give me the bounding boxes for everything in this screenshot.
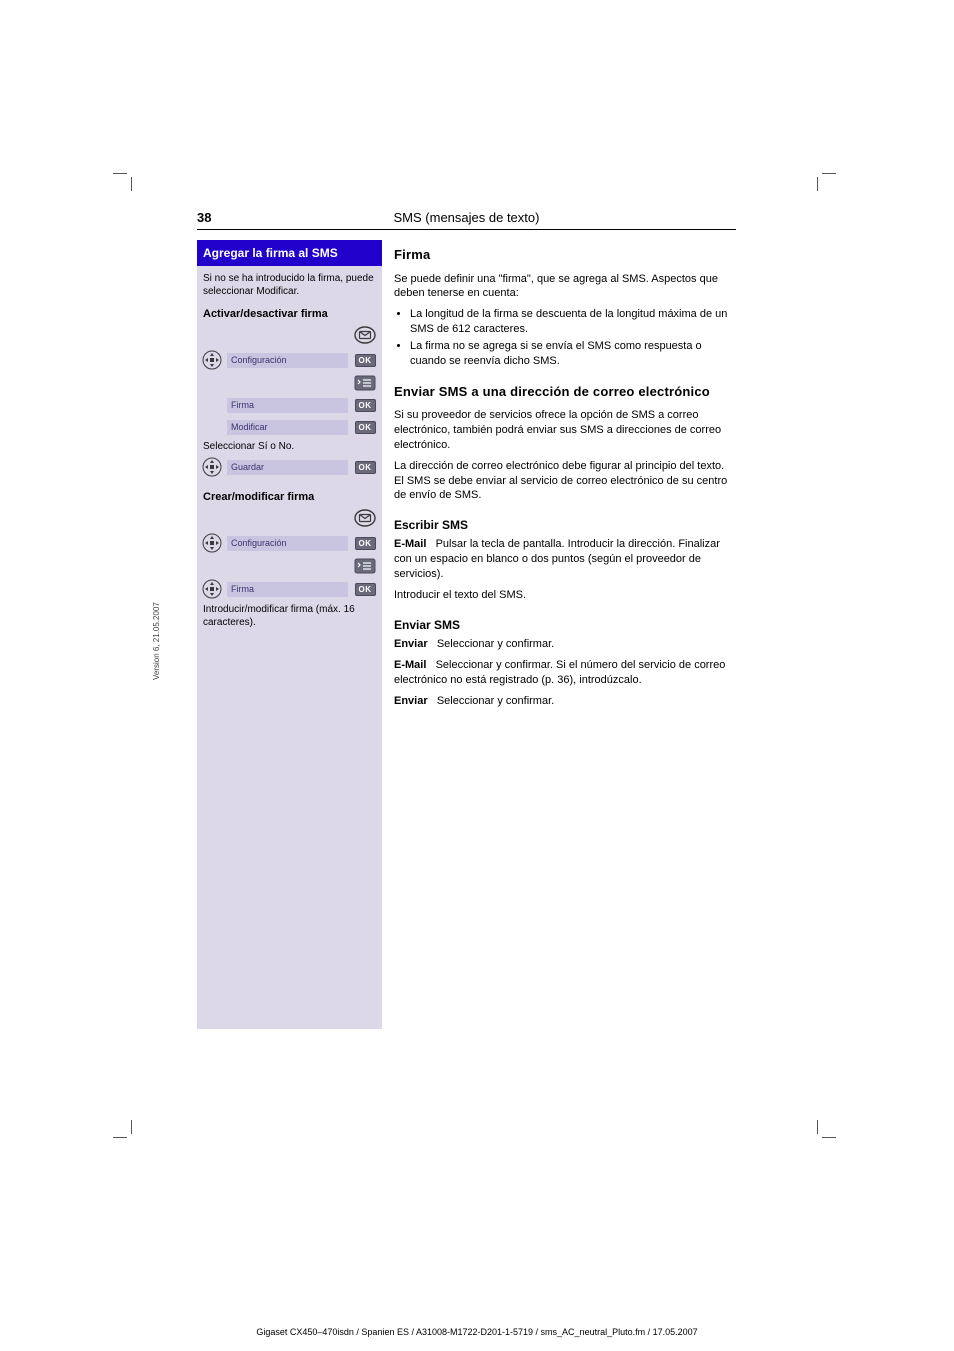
page-header: 38 SMS (mensajes de texto) — [197, 210, 736, 230]
step-text: Introducir el texto del SMS. — [394, 588, 736, 603]
options-key-icon — [354, 558, 376, 574]
ok-key-icon: OK — [355, 421, 376, 434]
menu-field: Configuración — [227, 536, 348, 551]
sidebar-subhead-1: Activar/desactivar firma — [197, 304, 382, 322]
menu-field: Firma — [227, 398, 348, 413]
step-desc: Seleccionar y confirmar. — [437, 638, 554, 650]
step: Modificar OK — [197, 416, 382, 438]
sidebar-subhead-2: Crear/modificar firma — [197, 487, 382, 505]
softkey-label: Enviar — [394, 638, 428, 650]
firma-paragraph: Se puede definir una "firma", que se agr… — [394, 272, 736, 302]
list-item: La longitud de la firma se descuenta de … — [410, 307, 736, 337]
dpad-icon — [202, 533, 222, 553]
subsection-enviar: Enviar SMS — [394, 617, 736, 633]
softkey-label: E-Mail — [394, 538, 426, 550]
step-desc: Pulsar la tecla de pantalla. Introducir … — [394, 538, 720, 580]
page: 38 SMS (mensajes de texto) Agregar la fi… — [197, 210, 736, 1029]
menu-field: Firma — [227, 582, 348, 597]
menu-field: Configuración — [227, 353, 348, 368]
step-row: E-Mail Pulsar la tecla de pantalla. Intr… — [394, 537, 736, 582]
step — [197, 372, 382, 394]
step-desc: Seleccionar y confirmar. Si el número de… — [394, 659, 725, 686]
smtp-paragraph-2: La dirección de correo electrónico debe … — [394, 459, 736, 504]
mail-key-icon — [354, 324, 376, 346]
menu-field: Guardar — [227, 460, 348, 475]
section-heading-smtp: Enviar SMS a una dirección de correo ele… — [394, 383, 736, 401]
ok-key-icon: OK — [355, 583, 376, 596]
step-text: Seleccionar Sí o No. — [197, 438, 382, 455]
mail-key-icon — [354, 507, 376, 529]
step — [197, 322, 382, 348]
step: Configuración OK — [197, 348, 382, 372]
step: Firma OK — [197, 577, 382, 601]
step-row: Enviar Seleccionar y confirmar. — [394, 637, 736, 652]
side-version-label: Version 6, 21.05.2007 — [152, 602, 161, 680]
right-column: Firma Se puede definir una "firma", que … — [382, 240, 736, 1029]
step: Firma OK — [197, 394, 382, 416]
ok-key-icon: OK — [355, 537, 376, 550]
footer-line: Gigaset CX450–470isdn / Spanien ES / A31… — [256, 1327, 697, 1337]
step — [197, 505, 382, 531]
sidebar-description: Si no se ha introducido la firma, puede … — [197, 266, 382, 304]
ok-key-icon: OK — [355, 354, 376, 367]
step-row: E-Mail Seleccionar y confirmar. Si el nú… — [394, 658, 736, 688]
list-item: La firma no se agrega si se envía el SMS… — [410, 339, 736, 369]
dpad-icon — [202, 350, 222, 370]
step: Guardar OK — [197, 455, 382, 479]
step — [197, 555, 382, 577]
softkey-label: E-Mail — [394, 659, 426, 671]
ok-key-icon: OK — [355, 461, 376, 474]
smtp-paragraph-1: Si su proveedor de servicios ofrece la o… — [394, 408, 736, 453]
step-desc: Seleccionar y confirmar. — [437, 695, 554, 707]
step-row: Enviar Seleccionar y confirmar. — [394, 694, 736, 709]
menu-field: Modificar — [227, 420, 348, 435]
dpad-icon — [202, 457, 222, 477]
firma-bullets: La longitud de la firma se descuenta de … — [394, 307, 736, 368]
sidebar-title: Agregar la firma al SMS — [197, 240, 382, 266]
page-number: 38 — [197, 210, 227, 225]
ok-key-icon: OK — [355, 399, 376, 412]
subsection-escribir: Escribir SMS — [394, 517, 736, 533]
step-text: Introducir/modificar firma (máx. 16 cara… — [197, 601, 382, 639]
section-heading-firma: Firma — [394, 246, 736, 264]
page-title: SMS (mensajes de texto) — [227, 210, 706, 225]
dpad-icon — [202, 579, 222, 599]
softkey-label: Enviar — [394, 695, 428, 707]
sidebar: Agregar la firma al SMS Si no se ha intr… — [197, 240, 382, 1029]
step: Configuración OK — [197, 531, 382, 555]
options-key-icon — [354, 375, 376, 391]
